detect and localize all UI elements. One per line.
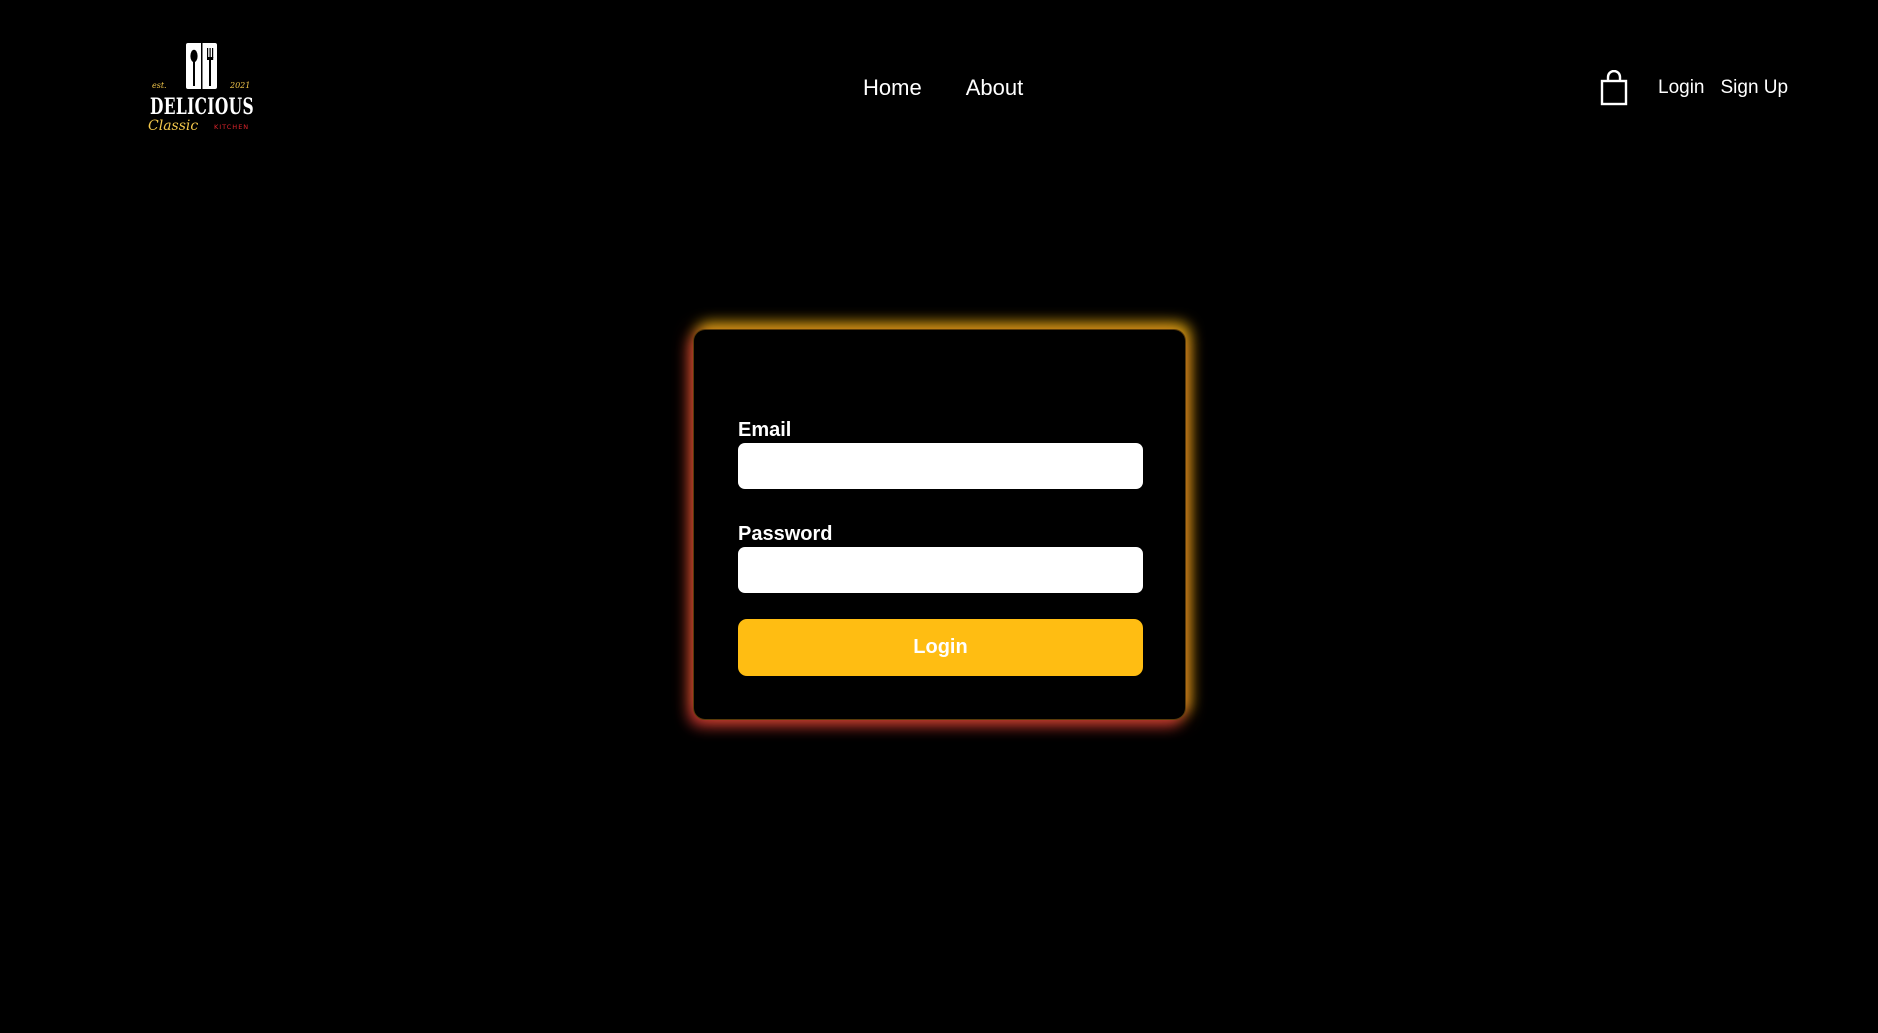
header-actions: Login Sign Up: [1600, 70, 1788, 106]
email-field[interactable]: [738, 443, 1143, 489]
email-label: Email: [738, 419, 792, 441]
password-field[interactable]: [738, 547, 1143, 593]
svg-text:Classic: Classic: [148, 118, 198, 134]
header-login-link[interactable]: Login: [1658, 76, 1705, 100]
password-label: Password: [738, 523, 833, 545]
svg-text:est.: est.: [152, 81, 167, 90]
brand-logo-graphic: est. 2021 DELICIOUS Classic KITCHEN: [148, 43, 254, 134]
svg-text:KITCHEN: KITCHEN: [214, 123, 249, 131]
login-submit-button[interactable]: Login: [738, 619, 1143, 676]
svg-text:2021: 2021: [229, 81, 250, 90]
main-nav: Home About: [863, 74, 1023, 102]
header-signup-link[interactable]: Sign Up: [1721, 76, 1789, 100]
nav-about-link[interactable]: About: [966, 74, 1024, 102]
login-page: est. 2021 DELICIOUS Classic KITCHEN Home…: [0, 0, 1878, 1033]
shopping-bag-icon[interactable]: [1600, 70, 1628, 106]
brand-logo[interactable]: est. 2021 DELICIOUS Classic KITCHEN: [146, 40, 258, 136]
svg-text:DELICIOUS: DELICIOUS: [150, 94, 254, 120]
login-form-card: Email Password Login: [693, 329, 1186, 720]
nav-home-link[interactable]: Home: [863, 74, 922, 102]
